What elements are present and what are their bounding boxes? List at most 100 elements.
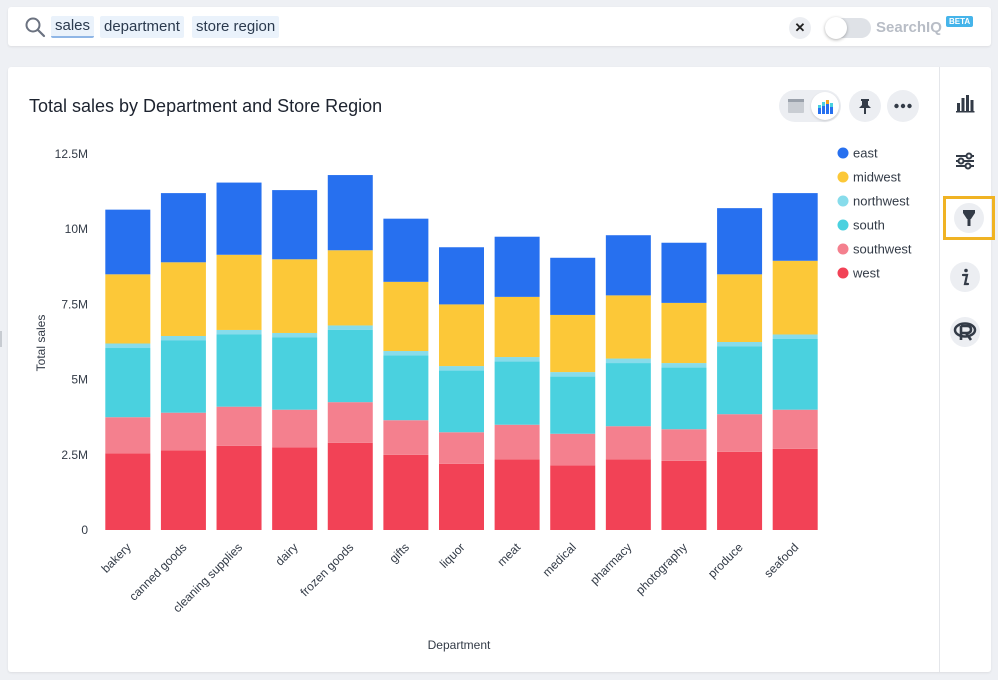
bar-segment-northwest[interactable]: [717, 342, 763, 347]
bar-segment-west[interactable]: [327, 442, 373, 530]
bar-segment-south[interactable]: [327, 329, 373, 403]
search-token-department[interactable]: department: [100, 16, 184, 38]
bar-segment-west[interactable]: [439, 463, 484, 530]
bar-segment-midwest[interactable]: [717, 274, 763, 342]
bar-segment-southwest[interactable]: [383, 420, 429, 455]
bar-segment-midwest[interactable]: [383, 281, 429, 352]
bar-segment-east[interactable]: [717, 208, 763, 275]
bar-segment-southwest[interactable]: [327, 402, 373, 443]
toggle-knob: [825, 17, 847, 39]
legend-item-southwest[interactable]: southwest: [853, 242, 912, 257]
bar-segment-southwest[interactable]: [772, 409, 818, 449]
bar-segment-south[interactable]: [494, 361, 540, 425]
legend-item-northwest[interactable]: northwest: [853, 194, 910, 209]
bar-segment-midwest[interactable]: [327, 250, 373, 326]
configure-button[interactable]: [950, 146, 980, 176]
bar-segment-west[interactable]: [160, 450, 206, 530]
legend-swatch: [837, 147, 849, 159]
bar-segment-southwest[interactable]: [272, 409, 318, 448]
bar-segment-west[interactable]: [272, 447, 318, 530]
bar-segment-southwest[interactable]: [494, 424, 540, 460]
bar-segment-east[interactable]: [661, 242, 707, 303]
bar-segment-west[interactable]: [772, 448, 818, 530]
bar-segment-east[interactable]: [772, 193, 818, 261]
bar-segment-southwest[interactable]: [439, 432, 484, 464]
bar-segment-east[interactable]: [160, 193, 206, 263]
bar-segment-west[interactable]: [550, 465, 596, 530]
legend-item-midwest[interactable]: midwest: [853, 170, 901, 185]
bar-segment-northwest[interactable]: [605, 358, 651, 364]
bar-segment-midwest[interactable]: [216, 254, 262, 330]
bar-segment-east[interactable]: [494, 236, 540, 297]
bar-segment-east[interactable]: [216, 182, 262, 255]
bar-segment-east[interactable]: [605, 235, 651, 296]
bar-segment-west[interactable]: [105, 453, 151, 530]
legend-item-east[interactable]: east: [853, 146, 878, 161]
bar-segment-south[interactable]: [439, 370, 484, 433]
bar-segment-northwest[interactable]: [383, 351, 429, 356]
chart-type-button[interactable]: [950, 89, 980, 119]
bar-segment-south[interactable]: [550, 376, 596, 434]
bar-segment-midwest[interactable]: [661, 302, 707, 364]
filter-button[interactable]: [943, 196, 995, 240]
legend-swatch: [837, 243, 849, 255]
bar-segment-midwest[interactable]: [105, 274, 151, 344]
bar-segment-east[interactable]: [327, 175, 373, 251]
bar-segment-south[interactable]: [661, 367, 707, 430]
bar-segment-west[interactable]: [216, 445, 262, 530]
bar-segment-midwest[interactable]: [494, 296, 540, 358]
bar-segment-south[interactable]: [105, 348, 151, 418]
bar-segment-south[interactable]: [772, 338, 818, 410]
bar-segment-southwest[interactable]: [216, 406, 262, 446]
bar-segment-northwest[interactable]: [550, 372, 596, 377]
bar-segment-south[interactable]: [605, 363, 651, 427]
bar-segment-west[interactable]: [717, 451, 763, 530]
bar-segment-south[interactable]: [383, 355, 429, 421]
search-icon[interactable]: [24, 16, 46, 38]
bar-segment-south[interactable]: [160, 340, 206, 413]
legend-item-west[interactable]: west: [852, 266, 880, 281]
bar-segment-east[interactable]: [550, 257, 596, 315]
bar-segment-east[interactable]: [105, 209, 151, 275]
bar-segment-northwest[interactable]: [772, 334, 818, 339]
bar-segment-midwest[interactable]: [772, 260, 818, 335]
bar-segment-northwest[interactable]: [216, 329, 262, 335]
bar-segment-southwest[interactable]: [605, 426, 651, 460]
bar-segment-northwest[interactable]: [661, 363, 707, 368]
bar-segment-south[interactable]: [717, 346, 763, 415]
bar-segment-south[interactable]: [216, 334, 262, 407]
bar-segment-southwest[interactable]: [105, 417, 151, 454]
bar-segment-west[interactable]: [383, 454, 429, 530]
search-token-store-region[interactable]: store region: [192, 16, 280, 38]
search-token-sales[interactable]: sales: [51, 16, 95, 38]
bar-segment-northwest[interactable]: [105, 343, 151, 349]
info-button[interactable]: [950, 262, 980, 292]
bar-segment-midwest[interactable]: [550, 314, 596, 373]
bar-segment-west[interactable]: [661, 460, 707, 530]
bar-segment-west[interactable]: [605, 459, 651, 530]
clear-search-button[interactable]: ✕: [789, 17, 811, 39]
bar-segment-west[interactable]: [494, 459, 540, 530]
bar-segment-midwest[interactable]: [272, 259, 318, 333]
bar-segment-southwest[interactable]: [550, 433, 596, 466]
bar-segment-southwest[interactable]: [160, 412, 206, 451]
legend-item-south[interactable]: south: [853, 218, 885, 233]
bar-segment-northwest[interactable]: [327, 325, 373, 330]
bar-segment-midwest[interactable]: [605, 295, 651, 359]
bar-segment-northwest[interactable]: [494, 357, 540, 362]
bar-segment-southwest[interactable]: [661, 429, 707, 461]
bar-segment-south[interactable]: [272, 337, 318, 410]
bar-segment-northwest[interactable]: [272, 332, 318, 338]
resize-handle[interactable]: [0, 331, 2, 347]
bar-segment-southwest[interactable]: [717, 414, 763, 452]
bar-segment-east[interactable]: [272, 190, 318, 260]
bar-segment-east[interactable]: [383, 218, 429, 282]
bar-segment-midwest[interactable]: [439, 304, 484, 367]
y-tick-label: 10M: [65, 222, 88, 236]
searchiq-toggle[interactable]: [825, 17, 871, 39]
bar-segment-midwest[interactable]: [160, 262, 206, 336]
bar-segment-east[interactable]: [439, 247, 484, 305]
r-analysis-button[interactable]: [950, 317, 980, 347]
bar-segment-northwest[interactable]: [160, 335, 206, 341]
bar-segment-northwest[interactable]: [439, 366, 484, 371]
